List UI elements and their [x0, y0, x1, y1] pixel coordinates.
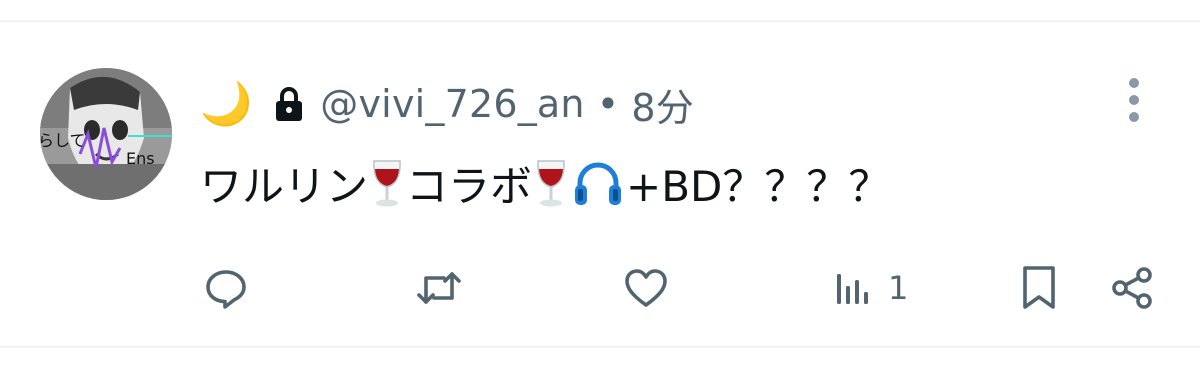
bookmark-button[interactable]	[1018, 258, 1060, 318]
views-chart-icon	[834, 264, 874, 312]
tweet-text-part: ワルリン	[200, 161, 369, 211]
tweet-text: ワルリン コラボ +BD？？？？	[200, 150, 890, 216]
bookmark-icon	[1018, 263, 1060, 313]
wine-glass-icon	[370, 157, 404, 209]
repost-button[interactable]	[414, 258, 464, 318]
avatar[interactable]: らして Ens	[40, 68, 172, 200]
share-button[interactable]	[1108, 258, 1156, 318]
tweet-text-part: コラボ	[406, 161, 533, 211]
avatar-text-secondary: Ens	[126, 149, 155, 168]
bottom-divider	[0, 346, 1200, 348]
reply-icon	[202, 264, 250, 312]
avatar-text: らして	[40, 131, 86, 150]
views-count: 1	[888, 269, 909, 307]
wine-glass-icon	[534, 157, 568, 209]
reply-button[interactable]	[202, 258, 250, 318]
user-handle[interactable]: @vivi_726_an	[320, 82, 584, 126]
lock-icon	[274, 85, 304, 123]
views-button[interactable]: 1	[834, 258, 908, 318]
repost-icon	[414, 264, 464, 312]
more-options-icon[interactable]	[1118, 78, 1150, 122]
heart-icon	[622, 264, 670, 312]
headphones-icon	[572, 159, 624, 207]
top-divider	[0, 20, 1200, 22]
tweet-actions: 1	[0, 258, 1200, 318]
tweet-header: 🌙 @vivi_726_an • 8分	[200, 76, 694, 132]
separator-dot: •	[596, 82, 620, 126]
share-icon	[1108, 264, 1156, 312]
display-name[interactable]: 🌙	[200, 83, 252, 125]
like-button[interactable]	[622, 258, 670, 318]
tweet-text-part: +BD？？？？	[626, 161, 891, 211]
timestamp[interactable]: 8分	[631, 77, 694, 132]
